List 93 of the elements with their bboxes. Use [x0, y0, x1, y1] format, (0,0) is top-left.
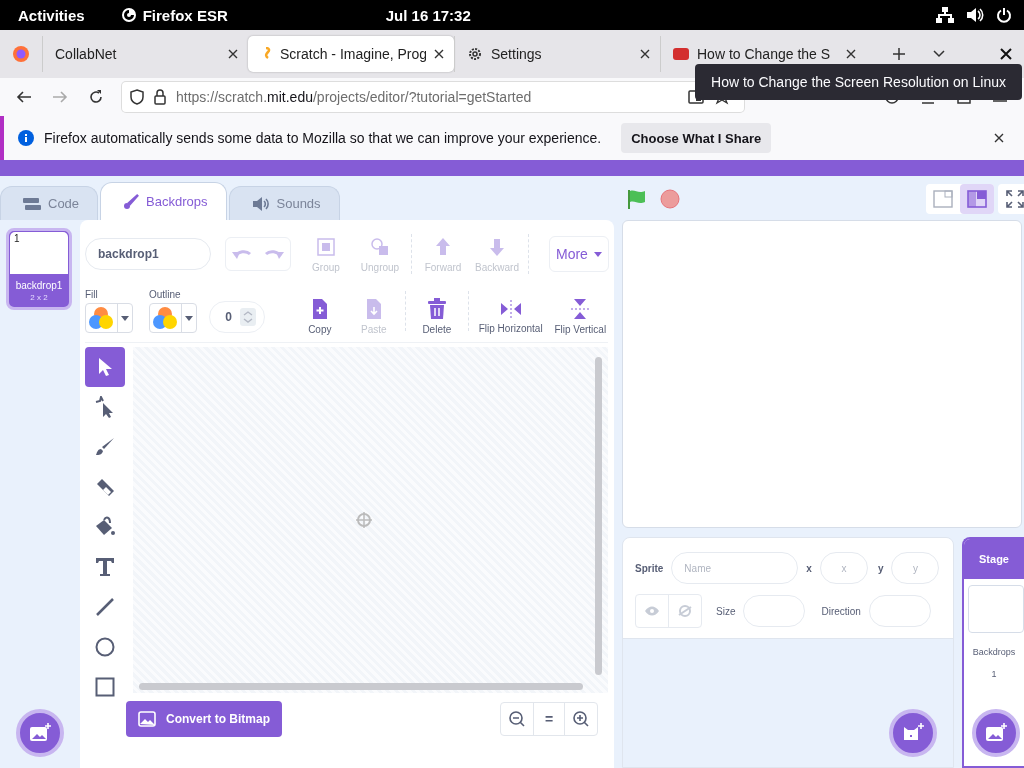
edit-action-button[interactable]: Delete: [413, 297, 460, 335]
edit-action-button[interactable]: Flip Vertical: [552, 297, 608, 335]
brush-icon: [95, 437, 115, 457]
add-backdrop-button[interactable]: [16, 709, 64, 757]
activities-button[interactable]: Activities: [18, 6, 85, 24]
fill-color-picker[interactable]: [85, 303, 133, 333]
stage-thumbnail[interactable]: [968, 585, 1024, 633]
choose-what-i-share-button[interactable]: Choose What I Share: [621, 123, 772, 153]
settings-icon: [467, 46, 483, 62]
rectangle-tool-icon: [95, 677, 115, 697]
ungroup-icon: [369, 235, 391, 258]
x-label: x: [806, 562, 812, 574]
firefox-icon[interactable]: [12, 45, 30, 63]
edit-action-button[interactable]: Flip Horizontal: [476, 298, 545, 334]
cat-face-icon: [902, 723, 924, 743]
edit-action-button[interactable]: Copy: [296, 297, 343, 335]
video-site-icon: [673, 48, 689, 60]
close-icon[interactable]: [846, 49, 856, 59]
trash-icon: [426, 297, 447, 320]
reload-icon[interactable]: [88, 89, 104, 105]
convert-to-bitmap-button[interactable]: Convert to Bitmap: [126, 701, 282, 737]
flip-vertical-icon: [570, 297, 591, 320]
network-icon[interactable]: [936, 7, 954, 23]
image-plus-icon: [29, 723, 51, 743]
shield-icon: [130, 89, 144, 105]
fill-label: Fill: [85, 289, 99, 300]
group-icon: [315, 235, 337, 258]
line-tool-icon: [95, 597, 115, 617]
fullscreen-icon[interactable]: [1006, 190, 1024, 208]
info-icon: [18, 130, 34, 146]
outline-label: Outline: [149, 289, 182, 300]
flip-horizontal-icon: [499, 298, 522, 319]
screenshot-icon[interactable]: [688, 90, 704, 104]
notification-message: Firefox automatically sends some data to Mozilla so that we can improve your experience.: [44, 130, 602, 146]
paint-tool[interactable]: [85, 347, 125, 387]
close-icon[interactable]: [640, 49, 650, 59]
close-icon[interactable]: [434, 49, 444, 59]
lock-icon: [154, 89, 166, 105]
eraser-icon: [95, 477, 115, 497]
y-label: y: [877, 562, 884, 574]
close-icon[interactable]: [1000, 48, 1012, 60]
reshape-icon: [95, 396, 115, 418]
paintbrush-icon: [123, 193, 140, 210]
backdrop-size: 2 x 2: [30, 293, 48, 302]
crosshair-icon: [355, 511, 373, 529]
stage-pane-title: Stage: [979, 553, 1009, 565]
close-icon[interactable]: [228, 49, 238, 59]
more-button[interactable]: More: [549, 236, 609, 272]
outline-color-picker[interactable]: [149, 303, 197, 333]
direction-label: Direction: [821, 605, 861, 617]
power-icon[interactable]: [996, 7, 1012, 23]
sprite-label: Sprite: [635, 562, 664, 574]
volume-icon[interactable]: [966, 7, 984, 23]
caret-icon: [121, 315, 129, 321]
color-swatch-icon: [152, 305, 178, 331]
close-icon[interactable]: [994, 133, 1004, 143]
scrollbar[interactable]: [595, 357, 602, 675]
caret-icon: [185, 315, 193, 321]
color-swatch-icon: [88, 305, 114, 331]
back-icon[interactable]: [16, 89, 32, 105]
browser-tab[interactable]: Settings: [454, 36, 660, 72]
new-tab-icon[interactable]: [892, 47, 906, 61]
backdrop-number: 1: [14, 233, 20, 244]
speaker-icon: [251, 196, 270, 211]
backdrop-name: backdrop1: [15, 280, 63, 291]
zoom-reset-button[interactable]: =: [533, 703, 565, 735]
stage-size-button[interactable]: [960, 184, 994, 214]
editor-tab[interactable]: Backdrops: [100, 182, 227, 220]
direction-field[interactable]: [868, 595, 931, 627]
scrollbar[interactable]: [139, 683, 583, 690]
fill-bucket-icon: [94, 516, 116, 538]
size-field[interactable]: [743, 595, 806, 627]
code-blocks-icon: [23, 197, 41, 210]
firefox-icon: [120, 7, 137, 23]
sprite-name-field[interactable]: Name: [671, 552, 799, 584]
small-stage-icon: [933, 190, 953, 208]
large-stage-icon: [967, 190, 987, 208]
size-label: Size: [716, 605, 736, 617]
browser-tab[interactable]: Scratch - Imagine, Prog: [248, 36, 454, 72]
backdrops-label: Backdrops: [972, 647, 1016, 657]
text-tool-icon: [95, 557, 115, 577]
costume-name-field[interactable]: backdrop1: [85, 238, 211, 270]
y-field[interactable]: y: [891, 552, 940, 584]
app-menu[interactable]: Firefox ESR: [120, 6, 228, 24]
flag-icon[interactable]: [626, 188, 648, 210]
image-plus-icon: [985, 723, 1007, 743]
image-icon: [138, 711, 156, 727]
x-field[interactable]: x: [819, 552, 868, 584]
clock[interactable]: Jul 16 17:32: [385, 6, 471, 24]
caret-icon: [593, 251, 602, 257]
backdrops-count: 1: [991, 669, 997, 679]
circle-tool-icon: [95, 637, 115, 657]
backdrop-thumbnail[interactable]: 1 backdrop1 2 x 2: [6, 228, 72, 310]
